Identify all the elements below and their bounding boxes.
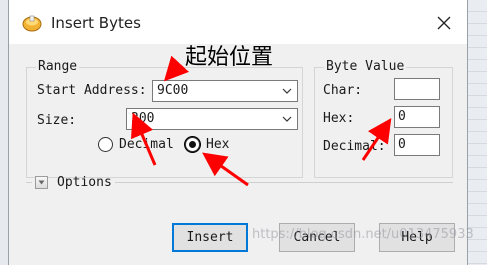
close-button[interactable] [421,6,467,40]
watermark: https://blog.csdn.net/u013475933 [252,227,474,242]
start-address-value: 9C00 [157,83,189,98]
chevron-down-icon [282,116,292,122]
byte-decimal-input[interactable]: 0 [394,134,440,156]
start-address-combo[interactable]: 9C00 [152,80,298,102]
decimal-radio-label[interactable]: Decimal [119,137,174,152]
annotation-label: 起始位置 [185,45,274,70]
background-left [0,0,8,265]
byte-value-legend: Byte Value [324,59,407,74]
window-title: Insert Bytes [51,14,141,32]
size-value: 200 [131,111,155,126]
size-combo[interactable]: 200 [126,108,298,130]
char-label: Char: [323,83,363,98]
hex-radio[interactable] [185,137,200,152]
size-label: Size: [37,113,77,128]
decimal-radio[interactable] [98,137,113,152]
app-icon [22,15,42,32]
hex-radio-label[interactable]: Hex [206,137,229,152]
expander-icon [35,176,48,189]
start-address-label: Start Address: [37,83,147,98]
chevron-down-icon [282,88,292,94]
options-divider [115,182,453,183]
close-icon [437,16,451,30]
range-legend: Range [36,59,80,74]
byte-hex-label: Hex: [323,111,355,126]
byte-decimal-label: Decimal: [323,139,386,154]
insert-button[interactable]: Insert [172,223,248,252]
char-input[interactable] [394,78,440,100]
triangle-down-icon [38,180,45,185]
title-bar: Insert Bytes [9,0,467,44]
byte-hex-input[interactable]: 0 [394,106,440,128]
background-right [468,0,487,265]
options-label: Options [57,175,112,190]
options-divider-left [26,182,32,183]
